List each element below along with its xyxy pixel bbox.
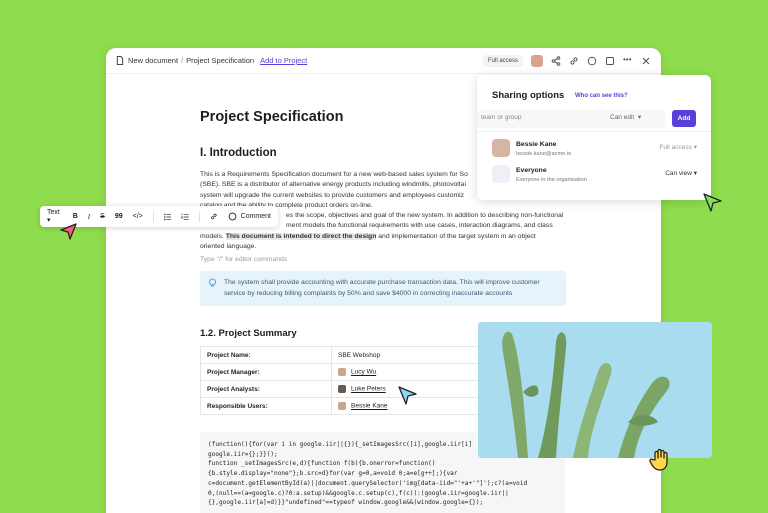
cactus-image[interactable] xyxy=(478,322,712,458)
close-icon[interactable] xyxy=(641,56,651,66)
comment-icon[interactable] xyxy=(587,56,597,66)
cursor-green-icon xyxy=(703,193,722,212)
lightbulb-icon xyxy=(209,278,216,287)
add-button[interactable]: Add xyxy=(672,110,696,127)
access-badge: Full access xyxy=(482,54,523,67)
code-button[interactable]: </> xyxy=(133,213,143,220)
avatar[interactable] xyxy=(531,54,543,67)
strikethrough-button[interactable]: S xyxy=(100,213,105,220)
share-icon[interactable] xyxy=(551,55,561,66)
user-avatar xyxy=(492,139,510,157)
sharing-panel: Sharing options Who can see this? team o… xyxy=(477,75,711,200)
group-icon xyxy=(492,165,510,183)
table-value[interactable]: Lucy Wu xyxy=(331,363,480,381)
italic-button[interactable]: I xyxy=(88,213,90,221)
cactus-illustration xyxy=(478,322,712,458)
quote-button[interactable]: 99 xyxy=(115,213,123,220)
everyone-description: Everyone in the organisation xyxy=(516,177,587,183)
breadcrumb-page[interactable]: Project Specification xyxy=(186,56,254,65)
table-key: Responsible Users: xyxy=(200,397,332,415)
user-mention[interactable]: Bessie Kane xyxy=(351,403,388,410)
project-summary-heading: 1.2. Project Summary xyxy=(200,328,297,339)
everyone-role-select[interactable]: Can view ▾ xyxy=(665,169,697,177)
divider xyxy=(477,131,711,132)
hand-cursor-icon xyxy=(649,448,668,471)
user-role-select[interactable]: Full access ▾ xyxy=(659,143,697,151)
highlighted-text: This document is intended to direct the … xyxy=(225,232,377,240)
divider xyxy=(199,211,200,222)
callout-block[interactable]: The system shall provide accounting with… xyxy=(200,271,566,306)
numbered-list-icon[interactable] xyxy=(181,213,190,221)
table-row: Responsible Users: Bessie Kane xyxy=(200,397,480,415)
table-value[interactable]: SBE Webshop xyxy=(331,346,480,364)
top-bar: New document / Project Specification Add… xyxy=(106,48,661,74)
user-mention[interactable]: Lucy Wu xyxy=(351,369,376,376)
comment-icon xyxy=(228,212,237,221)
user-name: Bessie Kane xyxy=(516,141,557,148)
cursor-pink-icon xyxy=(60,223,77,240)
add-to-project-link[interactable]: Add to Project xyxy=(260,56,307,65)
link-icon[interactable] xyxy=(569,56,579,66)
user-avatar xyxy=(338,368,346,376)
who-can-see-link[interactable]: Who can see this? xyxy=(575,93,628,99)
sharing-title: Sharing options xyxy=(492,90,565,101)
edit-icon[interactable] xyxy=(605,56,615,66)
share-everyone-row: Everyone Everyone in the organisation Ca… xyxy=(492,165,697,185)
permission-select[interactable]: Can edit ▾ xyxy=(610,113,641,121)
user-mention[interactable]: Luke Peters xyxy=(351,386,386,393)
table-key: Project Analysts: xyxy=(200,380,332,398)
bullet-list-icon[interactable] xyxy=(163,213,172,221)
top-bar-actions: Full access ••• xyxy=(482,54,651,67)
user-avatar xyxy=(338,402,346,410)
table-row: Project Name: SBE Webshop xyxy=(200,346,480,364)
comment-button[interactable]: Comment xyxy=(228,212,271,221)
page-title: Project Specification xyxy=(200,109,344,125)
editor-placeholder[interactable]: Type "/" for editor commands xyxy=(200,256,287,263)
callout-line-1: The system shall provide accounting with… xyxy=(224,279,540,286)
breadcrumb-separator: / xyxy=(181,56,184,65)
breadcrumb-doc[interactable]: New document xyxy=(128,56,178,65)
table-key: Project Name: xyxy=(200,346,332,364)
divider xyxy=(152,211,154,222)
share-user-row: Bessie Kane bessie.kane@acme.io Full acc… xyxy=(492,139,697,159)
document-icon xyxy=(116,56,124,65)
cursor-blue-icon xyxy=(398,386,417,405)
more-icon[interactable]: ••• xyxy=(623,55,633,66)
introduction-heading: I. Introduction xyxy=(200,147,277,159)
link-icon[interactable] xyxy=(210,212,218,221)
table-key: Project Manager: xyxy=(200,363,332,381)
table-row: Project Manager: Lucy Wu xyxy=(200,363,480,381)
user-email: bessie.kane@acme.io xyxy=(516,151,572,157)
callout-line-2: service by reducing billing complaints b… xyxy=(224,289,513,297)
bold-button[interactable]: B xyxy=(73,213,78,220)
project-summary-table: Project Name: SBE Webshop Project Manager… xyxy=(200,346,480,415)
everyone-label: Everyone xyxy=(516,167,547,174)
user-avatar xyxy=(338,385,346,393)
table-row: Project Analysts: Luke Peters xyxy=(200,380,480,398)
